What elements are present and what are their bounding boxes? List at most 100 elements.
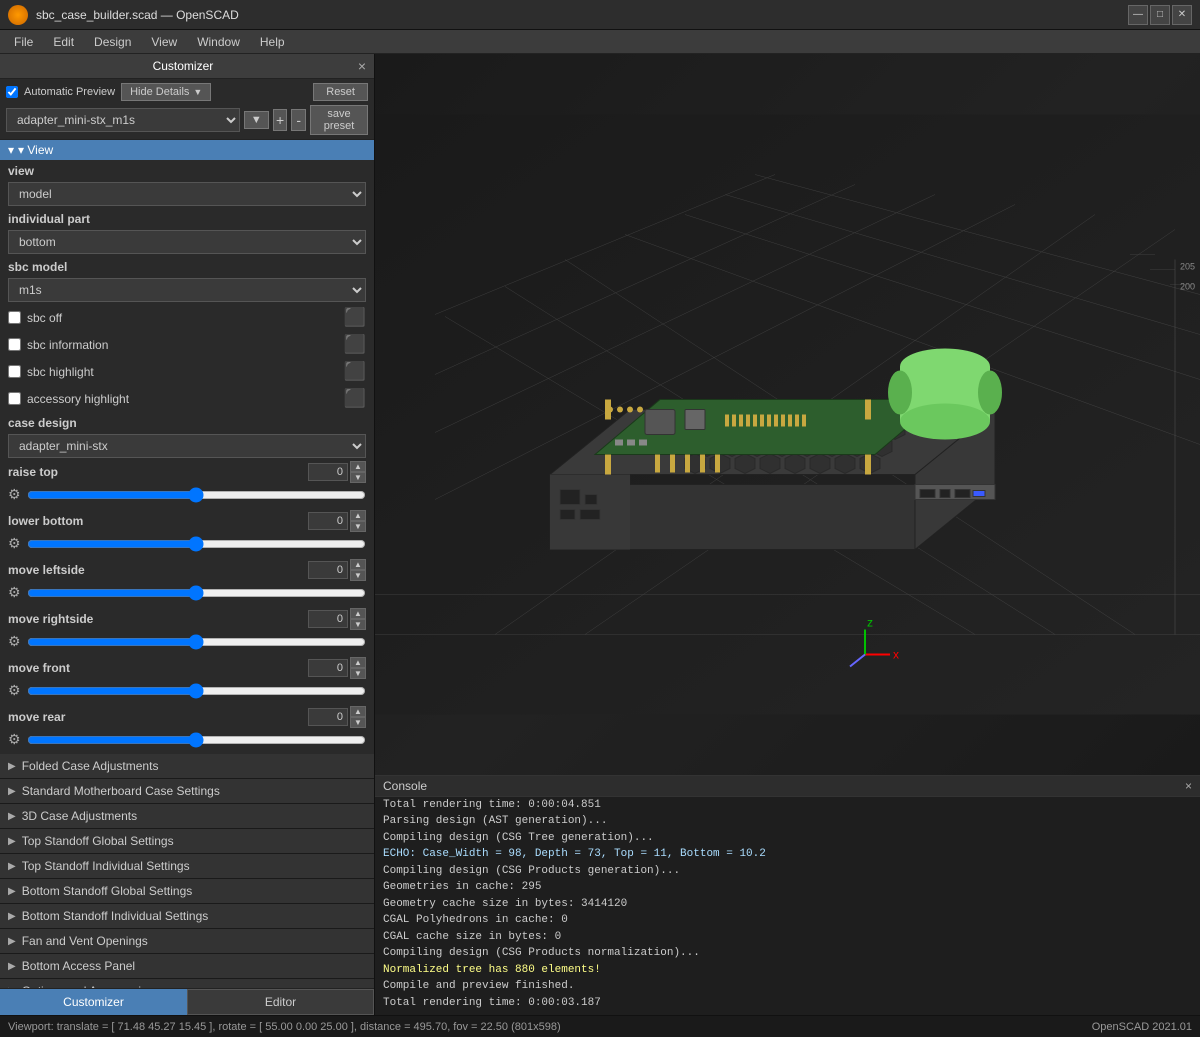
console-close-button[interactable]: × [1185, 779, 1192, 793]
console-line: CGAL cache size in bytes: 0 [383, 929, 1192, 946]
tab-editor[interactable]: Editor [187, 989, 374, 1015]
sbc-information-checkbox[interactable] [8, 338, 21, 351]
sbc-highlight-checkbox[interactable] [8, 365, 21, 378]
move-rear-decrement[interactable]: ▼ [350, 717, 366, 728]
title-bar: sbc_case_builder.scad — OpenSCAD — □ ✕ [0, 0, 1200, 30]
customizer-title: Customizer [8, 59, 358, 73]
sbc-off-checkbox[interactable] [8, 311, 21, 324]
top-standoff-global-header[interactable]: ▶ Top Standoff Global Settings [0, 829, 374, 853]
sbc-off-icon: ⬛ [344, 307, 366, 328]
minimize-button[interactable]: — [1128, 5, 1148, 25]
move-leftside-slider[interactable] [27, 585, 366, 601]
case-design-dropdown[interactable]: adapter_mini-stx [8, 434, 366, 458]
lower-bottom-increment[interactable]: ▲ [350, 510, 366, 521]
move-rightside-stepper: ▲ ▼ [350, 608, 366, 630]
tab-customizer[interactable]: Customizer [0, 989, 187, 1015]
sbc-model-dropdown[interactable]: m1s [8, 278, 366, 302]
raise-top-slider[interactable] [27, 487, 366, 503]
toolbar-row1: Automatic Preview Hide Details ▼ Reset [6, 83, 368, 101]
folded-case-arrow: ▶ [8, 761, 16, 772]
view-section-header[interactable]: ▾ ▾ View [0, 140, 374, 160]
top-standoff-individual-label: Top Standoff Individual Settings [22, 859, 190, 873]
move-rear-row: move rear ▲ ▼ [0, 705, 374, 729]
move-front-icon: ⚙ [8, 682, 21, 699]
title-bar-controls[interactable]: — □ ✕ [1128, 5, 1192, 25]
3d-case-header[interactable]: ▶ 3D Case Adjustments [0, 804, 374, 828]
move-rightside-increment[interactable]: ▲ [350, 608, 366, 619]
sbc-model-label: sbc model [0, 256, 374, 276]
move-front-increment[interactable]: ▲ [350, 657, 366, 668]
preset-select[interactable]: adapter_mini-stx_m1s [6, 108, 240, 132]
move-front-slider[interactable] [27, 683, 366, 699]
bottom-standoff-individual-header[interactable]: ▶ Bottom Standoff Individual Settings [0, 904, 374, 928]
move-rightside-slider[interactable] [27, 634, 366, 650]
menu-bar: File Edit Design View Window Help [0, 30, 1200, 54]
move-front-slider-container: ⚙ [0, 680, 374, 705]
move-front-decrement[interactable]: ▼ [350, 668, 366, 679]
main-content: Customizer × Automatic Preview Hide Deta… [0, 54, 1200, 1015]
customizer-close-icon[interactable]: × [358, 58, 366, 74]
move-rightside-input[interactable] [308, 610, 348, 628]
lower-bottom-input[interactable] [308, 512, 348, 530]
case-design-label: case design [0, 412, 374, 432]
svg-text:200: 200 [1180, 282, 1195, 292]
viewport[interactable]: 200 205 [375, 54, 1200, 775]
move-leftside-input[interactable] [308, 561, 348, 579]
folded-case-section: ▶ Folded Case Adjustments [0, 754, 374, 779]
folded-case-header[interactable]: ▶ Folded Case Adjustments [0, 754, 374, 778]
maximize-button[interactable]: □ [1150, 5, 1170, 25]
move-rear-slider[interactable] [27, 732, 366, 748]
menu-file[interactable]: File [4, 33, 43, 51]
console-title: Console [383, 779, 427, 793]
view-dropdown[interactable]: model [8, 182, 366, 206]
menu-design[interactable]: Design [84, 33, 141, 51]
raise-top-input[interactable]: 0 [308, 463, 348, 481]
move-rear-increment[interactable]: ▲ [350, 706, 366, 717]
top-standoff-global-label: Top Standoff Global Settings [22, 834, 174, 848]
lower-bottom-slider[interactable] [27, 536, 366, 552]
reset-button[interactable]: Reset [313, 83, 368, 101]
standard-mb-header[interactable]: ▶ Standard Motherboard Case Settings [0, 779, 374, 803]
bottom-access-header[interactable]: ▶ Bottom Access Panel [0, 954, 374, 978]
add-preset-button[interactable]: + [273, 109, 288, 131]
individual-part-dropdown[interactable]: bottom [8, 230, 366, 254]
console-content[interactable]: Compiling design (CSG Products normaliza… [375, 797, 1200, 1015]
move-rightside-decrement[interactable]: ▼ [350, 619, 366, 630]
menu-edit[interactable]: Edit [43, 33, 84, 51]
console-line: ECHO: Case_Width = 98, Depth = 73, Top =… [383, 846, 1192, 863]
lower-bottom-decrement[interactable]: ▼ [350, 521, 366, 532]
top-standoff-individual-header[interactable]: ▶ Top Standoff Individual Settings [0, 854, 374, 878]
menu-help[interactable]: Help [250, 33, 295, 51]
bottom-standoff-global-header[interactable]: ▶ Bottom Standoff Global Settings [0, 879, 374, 903]
console-line: Normalized tree has 880 elements! [383, 962, 1192, 979]
move-leftside-decrement[interactable]: ▼ [350, 570, 366, 581]
fan-vent-header[interactable]: ▶ Fan and Vent Openings [0, 929, 374, 953]
raise-top-increment[interactable]: ▲ [350, 461, 366, 472]
bottom-standoff-global-label: Bottom Standoff Global Settings [22, 884, 193, 898]
case-design-row: adapter_mini-stx [0, 432, 374, 460]
move-rear-input[interactable] [308, 708, 348, 726]
menu-view[interactable]: View [141, 33, 187, 51]
bottom-standoff-global-arrow: ▶ [8, 886, 16, 897]
move-front-input[interactable] [308, 659, 348, 677]
preset-arrow-button[interactable]: ▼ [244, 111, 269, 129]
close-button[interactable]: ✕ [1172, 5, 1192, 25]
customizer-content: ▾ ▾ View view model individual part bott… [0, 140, 374, 988]
auto-preview-checkbox[interactable] [6, 86, 18, 98]
bottom-standoff-individual-section: ▶ Bottom Standoff Individual Settings [0, 904, 374, 929]
move-rear-icon: ⚙ [8, 731, 21, 748]
move-rear-label: move rear [8, 710, 308, 724]
options-accessories-header[interactable]: ▶ Options and Accessories [0, 979, 374, 988]
bottom-standoff-individual-arrow: ▶ [8, 911, 16, 922]
save-preset-button[interactable]: save preset [310, 105, 368, 135]
sbc-highlight-row: sbc highlight ⬛ [0, 358, 374, 385]
sbc-highlight-icon: ⬛ [344, 361, 366, 382]
move-leftside-increment[interactable]: ▲ [350, 559, 366, 570]
menu-window[interactable]: Window [187, 33, 250, 51]
remove-preset-button[interactable]: - [291, 109, 306, 131]
bottom-tabs: Customizer Editor [0, 988, 374, 1015]
raise-top-decrement[interactable]: ▼ [350, 472, 366, 483]
hide-details-button[interactable]: Hide Details ▼ [121, 83, 211, 101]
accessory-highlight-checkbox[interactable] [8, 392, 21, 405]
move-rear-stepper: ▲ ▼ [350, 706, 366, 728]
